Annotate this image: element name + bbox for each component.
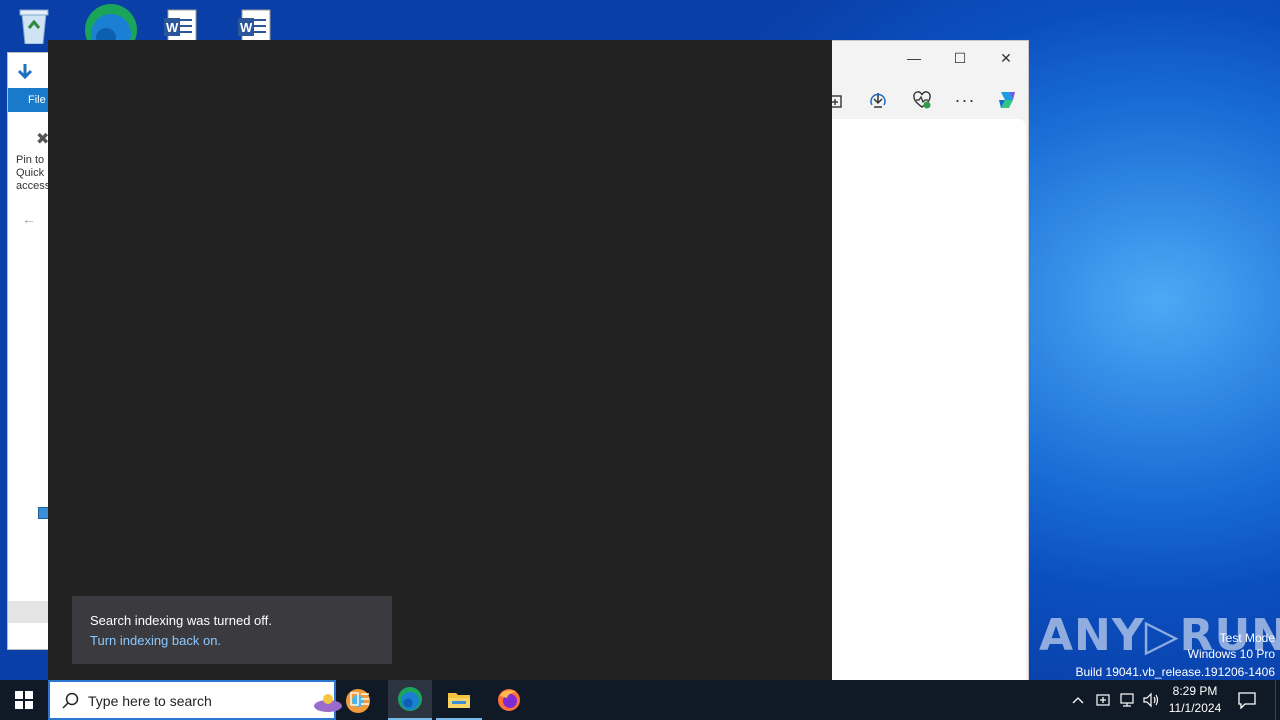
firefox-icon xyxy=(498,689,520,711)
system-clock[interactable]: 8:29 PM 11/1/2024 xyxy=(1162,683,1228,717)
word-document-icon[interactable]: W xyxy=(158,4,212,45)
build-label: Build 19041.vb_release.191206-1406 xyxy=(1075,665,1276,679)
svg-text:W: W xyxy=(166,20,179,35)
start-button[interactable] xyxy=(0,680,48,720)
taskbar-search-box[interactable] xyxy=(48,680,370,720)
minimize-button[interactable]: — xyxy=(894,45,934,71)
network-icon[interactable] xyxy=(1117,690,1137,710)
show-hidden-icons-chevron-icon[interactable] xyxy=(1068,691,1088,709)
task-view-button[interactable] xyxy=(336,680,384,720)
taskbar: 8:29 PM 11/1/2024 xyxy=(0,680,1280,720)
word-document-icon[interactable]: W xyxy=(232,4,286,45)
close-button[interactable]: ✕ xyxy=(986,45,1026,71)
watermark: ANY▷RUN Test Mode Windows 10 Pro Build 1… xyxy=(1036,604,1280,680)
downloads-icon[interactable] xyxy=(864,87,892,113)
download-arrow-icon[interactable] xyxy=(16,63,34,81)
copilot-icon[interactable] xyxy=(993,87,1021,113)
edge-desktop-icon[interactable] xyxy=(84,4,138,56)
windows-logo-icon xyxy=(15,691,33,709)
action-center-icon[interactable] xyxy=(1236,689,1258,711)
taskbar-edge-button[interactable] xyxy=(388,680,432,720)
windows-edition-label: Windows 10 Pro xyxy=(1187,647,1275,661)
svg-text:W: W xyxy=(240,20,253,35)
maximize-button[interactable]: ☐ xyxy=(940,45,980,71)
search-input[interactable] xyxy=(88,691,248,711)
indexing-notification: Search indexing was turned off. Turn ind… xyxy=(72,596,392,664)
taskbar-firefox-button[interactable] xyxy=(485,680,533,720)
folder-icon xyxy=(448,693,470,708)
search-panel xyxy=(48,40,832,680)
back-arrow-icon[interactable]: ← xyxy=(22,211,36,227)
clock-date: 11/1/2024 xyxy=(1168,701,1222,715)
more-options-icon[interactable]: ··· xyxy=(951,87,979,113)
test-mode-label: Test Mode xyxy=(1219,631,1275,645)
turn-indexing-on-link[interactable]: Turn indexing back on. xyxy=(90,631,374,651)
volume-icon[interactable] xyxy=(1141,690,1161,710)
show-desktop-button[interactable] xyxy=(1275,680,1280,720)
taskbar-file-explorer-button[interactable] xyxy=(436,680,482,720)
recycle-bin-icon[interactable] xyxy=(14,4,68,45)
browser-essentials-icon[interactable] xyxy=(908,87,936,113)
search-icon xyxy=(62,692,79,709)
clock-time: 8:29 PM xyxy=(1172,684,1218,698)
edge-icon xyxy=(398,687,422,711)
indexing-message: Search indexing was turned off. xyxy=(90,613,272,628)
task-view-icon xyxy=(350,692,369,706)
tray-app-icon[interactable] xyxy=(1093,690,1113,710)
